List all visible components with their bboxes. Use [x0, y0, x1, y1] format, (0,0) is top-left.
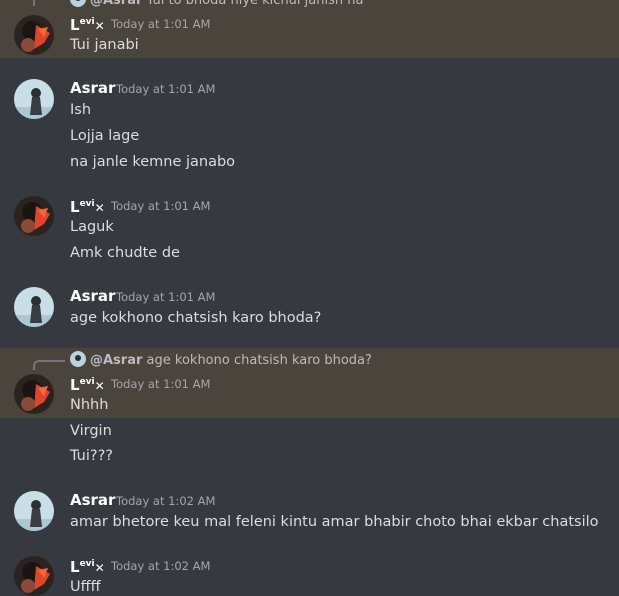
reply-connector: [33, 360, 65, 370]
author-name[interactable]: Levi✕: [70, 13, 105, 35]
timestamp: Today at 1:01 AM: [111, 199, 211, 213]
reply-mention[interactable]: @Asrar: [90, 0, 142, 8]
timestamp: Today at 1:01 AM: [111, 377, 211, 391]
author-name[interactable]: Asrar: [70, 491, 115, 509]
author-name[interactable]: Levi✕: [70, 195, 105, 217]
reply-text: Tui to bhoda niye kichui janish na: [146, 0, 364, 8]
avatar-levi[interactable]: [14, 374, 54, 414]
avatar-asrar[interactable]: [14, 287, 54, 327]
timestamp: Today at 1:01 AM: [116, 290, 216, 304]
message-line: Ish: [70, 102, 92, 118]
avatar-levi[interactable]: [14, 556, 54, 596]
timestamp: Today at 1:02 AM: [111, 559, 211, 573]
reply-preview[interactable]: @Asrar age kokhono chatsish karo bhoda?: [70, 351, 372, 369]
reply-avatar: [70, 0, 86, 7]
message-line: Tui???: [70, 448, 113, 464]
author-name[interactable]: Asrar: [70, 287, 115, 305]
message-line: amar bhetore keu mal feleni kintu amar b…: [70, 514, 599, 530]
reply-text: age kokhono chatsish karo bhoda?: [146, 353, 372, 368]
avatar-asrar[interactable]: [14, 79, 54, 119]
message-line: Lojja lage: [70, 128, 140, 144]
timestamp: Today at 1:01 AM: [111, 17, 211, 31]
timestamp: Today at 1:01 AM: [116, 82, 216, 96]
message-line: Nhhh: [70, 397, 109, 413]
author-name[interactable]: Levi✕: [70, 555, 105, 577]
avatar-asrar[interactable]: [14, 491, 54, 531]
author-name[interactable]: Asrar: [70, 79, 115, 97]
timestamp: Today at 1:02 AM: [116, 494, 216, 508]
message-line: Laguk: [70, 219, 114, 235]
message-line: na janle kemne janabo: [70, 154, 236, 170]
message-line: Virgin: [70, 423, 112, 439]
author-name[interactable]: Levi✕: [70, 373, 105, 395]
avatar-levi[interactable]: [14, 196, 54, 236]
reply-mention[interactable]: @Asrar: [90, 353, 142, 368]
message-line: Uffff: [70, 579, 101, 595]
reply-connector: [33, 0, 65, 6]
message-line: age kokhono chatsish karo bhoda?: [70, 310, 322, 326]
message-line: Tui janabi: [70, 37, 139, 53]
reply-avatar: [70, 351, 86, 367]
reply-preview[interactable]: @Asrar Tui to bhoda niye kichui janish n…: [70, 0, 363, 9]
avatar-levi[interactable]: [14, 15, 54, 55]
message-line: Amk chudte de: [70, 245, 180, 261]
